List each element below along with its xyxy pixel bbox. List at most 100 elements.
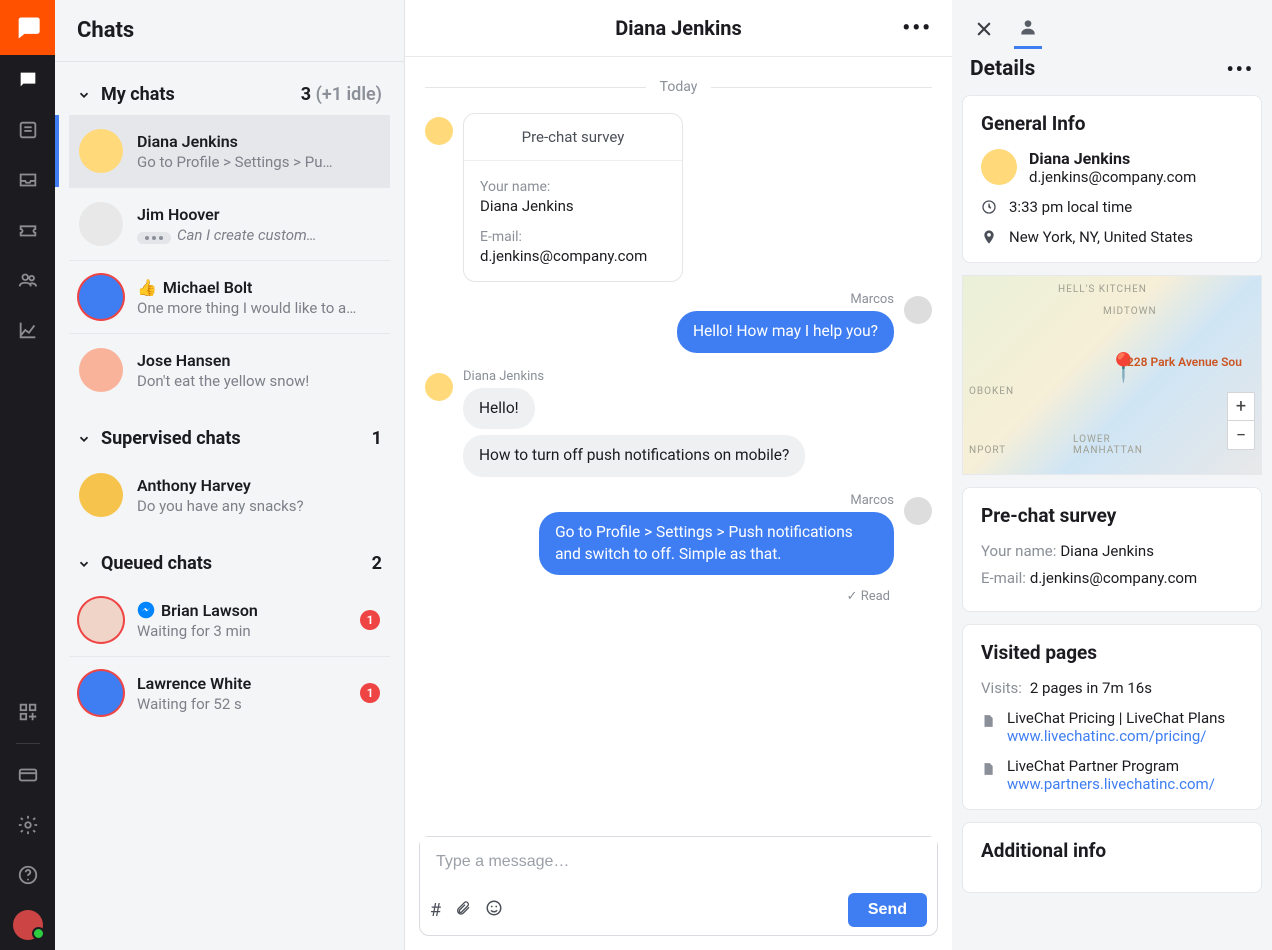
clock-icon [981, 199, 997, 215]
message-row: Marcos Go to Profile > Settings > Push n… [425, 493, 932, 581]
emoji-button[interactable] [485, 899, 503, 922]
nav-apps[interactable] [0, 687, 55, 737]
close-icon [974, 19, 994, 39]
avatar [79, 473, 123, 517]
message-bubble: Go to Profile > Settings > Push notifica… [539, 512, 894, 575]
unread-badge: 1 [360, 683, 380, 703]
date-divider: Today [425, 79, 932, 95]
additional-info-card: Additional info [962, 822, 1262, 893]
message-bubble: How to turn off push notifications on mo… [463, 435, 805, 477]
help-icon [17, 864, 39, 886]
avatar [79, 129, 123, 173]
message-composer: # Send [419, 836, 938, 936]
tab-customer[interactable] [1014, 9, 1042, 49]
messenger-icon [137, 601, 155, 619]
send-button[interactable]: Send [848, 893, 927, 927]
nav-help[interactable] [0, 850, 55, 900]
details-title: Details [970, 57, 1226, 81]
message-avatar [425, 117, 453, 145]
section-queued[interactable]: Queued chats 2 [69, 531, 390, 584]
nav-reports[interactable] [0, 305, 55, 355]
local-time: 3:33 pm local time [981, 198, 1243, 216]
nav-chats[interactable] [0, 55, 55, 105]
prechat-survey-card: Pre-chat survey Your name: Diana Jenkins… [463, 113, 683, 282]
avatar [79, 202, 123, 246]
customer-avatar [981, 149, 1017, 185]
nav-billing[interactable] [0, 750, 55, 800]
chat-preview: One more thing I would like to a… [137, 299, 380, 317]
chat-name: Jim Hoover [137, 205, 380, 224]
read-receipt: ✓ Read [425, 589, 890, 604]
chart-icon [17, 319, 39, 341]
general-info-card: General Info Diana Jenkins d.jenkins@com… [962, 95, 1262, 263]
thumbs-up-icon: 👍 [137, 278, 157, 297]
nav-settings[interactable] [0, 800, 55, 850]
card-title: Visited pages [981, 641, 1243, 664]
visited-page[interactable]: LiveChat Pricing | LiveChat Planswww.liv… [981, 709, 1243, 745]
map-zoom-controls: + − [1227, 392, 1255, 450]
avatar [79, 275, 123, 319]
nav-tickets[interactable] [0, 205, 55, 255]
map-address: 228 Park Avenue Sou [1127, 355, 1242, 369]
section-title: My chats [101, 84, 301, 105]
message-input[interactable] [420, 837, 937, 887]
location-map[interactable]: HELL'S KITCHEN MIDTOWN OBOKEN NPORT LOWE… [962, 275, 1262, 475]
gear-icon [17, 814, 39, 836]
section-my-chats[interactable]: My chats 3 (+1 idle) [69, 62, 390, 115]
chat-preview: Can I create custom… [137, 226, 380, 244]
chat-name: 👍Michael Bolt [137, 278, 380, 297]
attachment-button[interactable] [455, 899, 471, 922]
chat-item-jose[interactable]: Jose Hansen Don't eat the yellow snow! [69, 334, 390, 406]
customer-name: Diana Jenkins [1029, 149, 1196, 168]
chat-item-lawrence[interactable]: Lawrence White Waiting for 52 s 1 [69, 657, 390, 729]
chat-item-diana[interactable]: Diana Jenkins Go to Profile > Settings >… [69, 115, 390, 188]
visited-page[interactable]: LiveChat Partner Programwww.partners.liv… [981, 757, 1243, 793]
apps-icon [17, 701, 39, 723]
card-title: Pre-chat survey [981, 504, 1243, 527]
section-supervised[interactable]: Supervised chats 1 [69, 406, 390, 459]
message-avatar [904, 296, 932, 324]
message-bubble: Hello! [463, 388, 535, 430]
conversation-panel: Diana Jenkins ••• Today Pre-chat survey … [405, 0, 952, 950]
customer-email: d.jenkins@company.com [1029, 168, 1196, 186]
avatar [79, 671, 123, 715]
zoom-in-button[interactable]: + [1228, 393, 1254, 421]
message-row: Marcos Hello! How may I help you? [425, 292, 932, 359]
message-sender: Marcos [539, 493, 894, 508]
card-title: Pre-chat survey [464, 114, 682, 161]
message-avatar [904, 497, 932, 525]
zoom-out-button[interactable]: − [1228, 421, 1254, 449]
person-icon [1018, 17, 1038, 37]
message-icon [17, 69, 39, 91]
message-sender: Diana Jenkins [463, 369, 805, 384]
card-icon [17, 764, 39, 786]
chat-item-michael[interactable]: 👍Michael Bolt One more thing I would lik… [69, 261, 390, 334]
chat-item-anthony[interactable]: Anthony Harvey Do you have any snacks? [69, 459, 390, 531]
nav-inbox[interactable] [0, 155, 55, 205]
nav-list[interactable] [0, 105, 55, 155]
user-avatar[interactable] [13, 910, 43, 940]
chat-list-title: Chats [55, 0, 404, 62]
close-details-button[interactable] [970, 9, 998, 49]
conversation-title: Diana Jenkins [615, 16, 742, 40]
app-logo[interactable] [0, 0, 55, 55]
chat-name: Jose Hansen [137, 351, 380, 370]
chat-name: Anthony Harvey [137, 476, 380, 495]
chat-list-panel: Chats My chats 3 (+1 idle) Diana Jenkins… [55, 0, 405, 950]
ticket-icon [17, 219, 39, 241]
hash-button[interactable]: # [430, 900, 441, 921]
details-tabs [952, 0, 1272, 57]
conversation-body[interactable]: Today Pre-chat survey Your name: Diana J… [405, 57, 952, 828]
nav-team[interactable] [0, 255, 55, 305]
message-bubble: Hello! How may I help you? [677, 311, 894, 353]
chat-item-jim[interactable]: Jim Hoover Can I create custom… [69, 188, 390, 261]
message-sender: Marcos [677, 292, 894, 307]
chat-name: Diana Jenkins [137, 132, 380, 151]
details-more-button[interactable]: ••• [1226, 57, 1254, 81]
visited-pages-card: Visited pages Visits: 2 pages in 7m 16s … [962, 624, 1262, 810]
chat-item-brian[interactable]: Brian Lawson Waiting for 3 min 1 [69, 584, 390, 657]
pin-icon [981, 229, 997, 245]
chat-preview: Don't eat the yellow snow! [137, 372, 380, 390]
message-row: Diana Jenkins Hello! How to turn off pus… [425, 369, 932, 483]
conversation-menu-button[interactable]: ••• [902, 16, 932, 41]
